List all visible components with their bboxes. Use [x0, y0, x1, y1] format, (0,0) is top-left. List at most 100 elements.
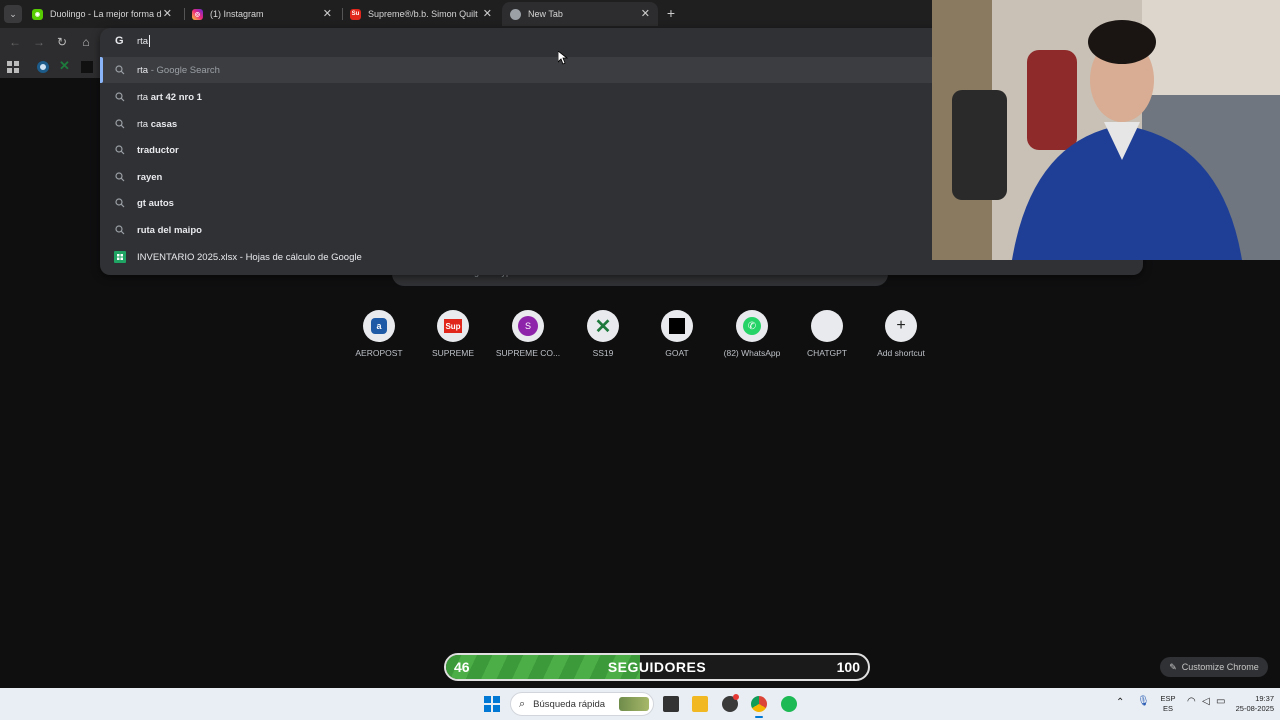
customize-chrome-button[interactable]: ✎ Customize Chrome: [1160, 657, 1268, 677]
followers-label: SEGUIDORES: [607, 659, 707, 675]
suggestion-rest: - Google Search: [148, 64, 220, 76]
chrome-icon[interactable]: [751, 696, 767, 712]
shortcut-goat[interactable]: GOAT: [639, 310, 715, 358]
tab-instagram[interactable]: ◎ (1) Instagram ✕: [184, 2, 340, 26]
bookmark-square-icon[interactable]: [81, 61, 93, 73]
bookmark-circle-icon[interactable]: [37, 61, 49, 73]
suggestion-text: INVENTARIO 2025.xlsx - Hojas de cálculo …: [137, 251, 362, 263]
shortcut-chatgpt[interactable]: CHATGPT: [789, 310, 865, 358]
notification-dot: [733, 694, 739, 700]
apps-grid-icon[interactable]: [7, 61, 19, 73]
duolingo-icon: ◉: [32, 8, 43, 20]
whatsapp-icon: ✆: [736, 310, 768, 342]
pencil-icon: ✎: [1169, 661, 1177, 672]
clock[interactable]: 19:37 25-08-2025: [1224, 694, 1274, 714]
search-icon: [114, 197, 126, 209]
spotify-icon[interactable]: [781, 696, 797, 712]
close-icon[interactable]: ✕: [483, 7, 492, 20]
tab-search-button[interactable]: ⌄: [4, 5, 22, 23]
shortcut-label: GOAT: [665, 348, 689, 358]
chrome-icon: [510, 8, 521, 20]
tab-title: Supreme®/b.b. Simon Quilted: [368, 9, 478, 19]
mouse-cursor: [558, 51, 568, 65]
back-button[interactable]: ←: [6, 33, 24, 51]
active-app-indicator: [755, 716, 763, 718]
omnibox-input[interactable]: rta: [137, 36, 148, 47]
volume-icon[interactable]: ◁: [1202, 697, 1210, 707]
shortcut-label: Add shortcut: [877, 348, 925, 358]
shortcut-supreme[interactable]: Sup SUPREME: [415, 310, 491, 358]
shortcut-supreme-co[interactable]: S SUPREME CO...: [490, 310, 566, 358]
taskbar-search-placeholder: Búsqueda rápida: [533, 698, 606, 710]
clock-date: 25-08-2025: [1235, 704, 1274, 713]
aeropost-icon: a: [363, 310, 395, 342]
followers-progress-bar: 46 SEGUIDORES 100: [444, 653, 870, 681]
windows-start-icon[interactable]: [484, 696, 500, 712]
search-icon: ⌕: [519, 697, 526, 710]
taskbar: ⌕ Búsqueda rápida ⌃ ESP ES 🎙 ◠ ◁ ▭ 19:37…: [0, 688, 1280, 720]
chevron-up-icon[interactable]: ⌃: [1116, 698, 1124, 708]
shortcut-label: SS19: [592, 348, 614, 358]
tab-title: Duolingo - La mejor forma de a: [50, 9, 162, 19]
search-highlight-image: [619, 697, 649, 711]
microphone-icon[interactable]: 🎙: [1137, 697, 1150, 707]
search-icon: [114, 118, 126, 130]
google-g-icon: G: [115, 35, 124, 47]
shortcut-label: CHATGPT: [807, 348, 847, 358]
suggestion-prefix: rta: [137, 91, 149, 103]
suggestion-rest: art 42 nro 1: [148, 91, 202, 103]
suggestion-text: ruta del maipo: [137, 224, 202, 236]
goat-icon: [661, 310, 693, 342]
search-icon: [114, 144, 126, 156]
task-view-icon[interactable]: [663, 696, 679, 712]
shortcut-label: AEROPOST: [355, 348, 403, 358]
shortcut-label: (82) WhatsApp: [723, 348, 781, 358]
x-icon: ✕: [587, 310, 619, 342]
suggestion-prefix: rta: [137, 118, 149, 130]
new-tab-button[interactable]: +: [663, 5, 679, 21]
language-indicator[interactable]: ESP ES: [1158, 694, 1178, 714]
webcam-overlay: [932, 0, 1280, 260]
customize-label: Customize Chrome: [1181, 662, 1259, 672]
shortcut-label: SUPREME CO...: [495, 348, 561, 358]
suggestion-rest: casas: [148, 118, 178, 130]
file-explorer-icon[interactable]: [692, 696, 708, 712]
close-icon[interactable]: ✕: [163, 7, 172, 20]
supreme-icon: Sup: [437, 310, 469, 342]
suggestion-text: traductor: [137, 144, 179, 156]
add-shortcut-button[interactable]: + Add shortcut: [863, 310, 939, 358]
shortcut-aeropost[interactable]: a AEROPOST: [341, 310, 417, 358]
language-top: ESP: [1160, 694, 1176, 703]
wifi-icon[interactable]: ◠: [1187, 697, 1196, 707]
supreme-icon: Su: [350, 8, 361, 20]
search-icon: [114, 64, 126, 76]
plus-icon: +: [885, 310, 917, 342]
tab-title: (1) Instagram: [210, 9, 264, 19]
tab-new-tab[interactable]: New Tab ✕: [502, 2, 658, 26]
suggestion-text: rayen: [137, 171, 163, 183]
shortcut-ss19[interactable]: ✕ SS19: [565, 310, 641, 358]
instagram-icon: ◎: [192, 8, 203, 20]
tab-supreme[interactable]: Su Supreme®/b.b. Simon Quilted ✕: [342, 2, 500, 26]
suggestion-prefix: rta: [137, 64, 149, 76]
tab-duolingo[interactable]: ◉ Duolingo - La mejor forma de a ✕: [24, 2, 180, 26]
taskbar-search-box[interactable]: ⌕ Búsqueda rápida: [510, 692, 654, 716]
language-bottom: ES: [1162, 704, 1173, 713]
bookmark-x-icon[interactable]: ✕: [59, 58, 70, 74]
reload-button[interactable]: ↻: [53, 33, 71, 51]
webcam-person-image: [932, 0, 1280, 260]
s-letter-icon: S: [512, 310, 544, 342]
search-icon: [114, 91, 126, 103]
close-icon[interactable]: ✕: [323, 7, 332, 20]
close-icon[interactable]: ✕: [641, 7, 650, 20]
google-sheets-icon: [114, 251, 126, 263]
shortcut-label: SUPREME: [431, 348, 475, 358]
search-icon: [114, 224, 126, 236]
clock-time: 19:37: [1255, 694, 1274, 703]
tab-title: New Tab: [528, 9, 563, 19]
suggestion-text: gt autos: [137, 197, 174, 209]
search-icon: [114, 171, 126, 183]
forward-button[interactable]: →: [30, 33, 48, 51]
home-button[interactable]: ⌂: [77, 33, 95, 51]
shortcut-whatsapp[interactable]: ✆ (82) WhatsApp: [714, 310, 790, 358]
